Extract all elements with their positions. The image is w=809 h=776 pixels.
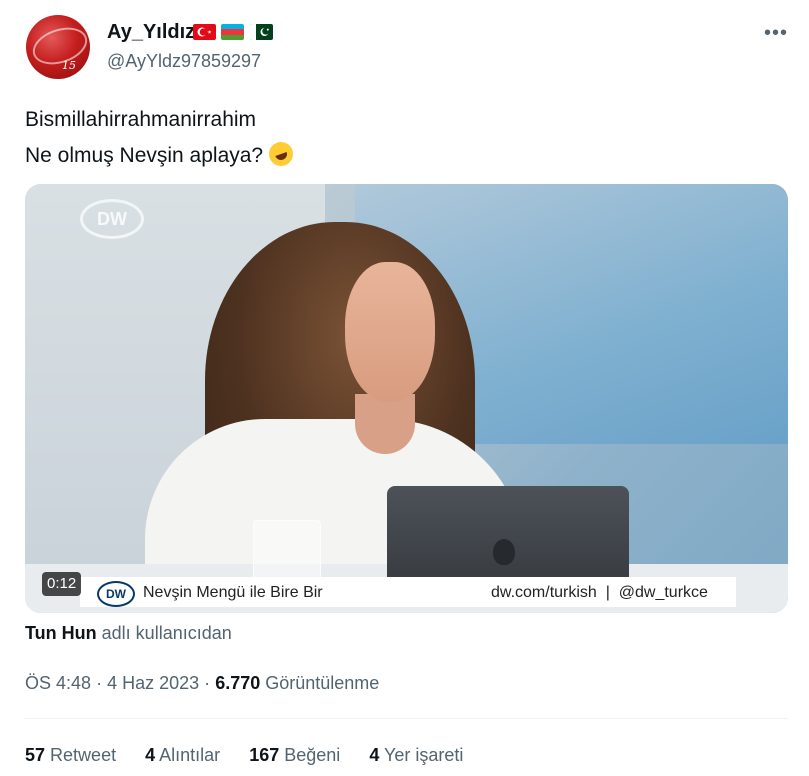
- pakistan-flag-icon: [250, 24, 273, 40]
- water-glass: [253, 520, 321, 582]
- turkey-flag-icon: [193, 24, 216, 40]
- meta-separator: ·: [204, 673, 211, 693]
- tweet-text-line-1: Bismillahirrahmanirrahim: [25, 108, 257, 131]
- tweet-text-line-2: Ne olmuş Nevşin aplaya?: [25, 138, 297, 170]
- quotes-stat[interactable]: 4 Alıntılar: [145, 745, 220, 765]
- azerbaijan-flag-icon: [221, 24, 244, 40]
- video-duration: 0:12: [42, 572, 82, 596]
- source-user-link[interactable]: Tun Hun: [25, 623, 97, 643]
- bookmarks-label: Yer işareti: [384, 745, 464, 765]
- avatar[interactable]: 15: [26, 15, 90, 79]
- dw-watermark-logo: DW: [80, 199, 144, 239]
- source-suffix: adlı kullanıcıdan: [101, 623, 232, 643]
- divider: [25, 718, 788, 719]
- presenter-face: [345, 262, 435, 402]
- apple-logo-icon: [493, 539, 515, 565]
- dw-logo-icon: DW: [97, 581, 135, 607]
- engagement-stats: 57 Retweet 4 Alıntılar 167 Beğeni 4 Yer …: [25, 745, 487, 766]
- quotes-count: 4: [145, 745, 156, 765]
- video-source: Tun Hun adlı kullanıcıdan: [25, 623, 232, 644]
- tweet-text: Ne olmuş Nevşin aplaya?: [25, 144, 264, 167]
- views-label: Görüntülenme: [265, 673, 380, 693]
- avatar-number: 15: [62, 59, 76, 72]
- video-player[interactable]: DW DW Nevşin Mengü ile Bire Bir dw.com/t…: [25, 184, 788, 613]
- likes-stat[interactable]: 167 Beğeni: [249, 745, 340, 765]
- bookmarks-stat[interactable]: 4 Yer işareti: [369, 745, 463, 765]
- rolling-on-floor-laughing-emoji-icon: [265, 138, 297, 170]
- retweets-label: Retweet: [50, 745, 117, 765]
- channel-url: dw.com/turkish | @dw_turkce: [491, 584, 708, 601]
- likes-count: 167: [249, 745, 280, 765]
- author-display-name[interactable]: Ay_Yıldız: [107, 21, 195, 44]
- presenter-neck: [355, 394, 415, 454]
- retweets-count: 57: [25, 745, 46, 765]
- more-options-icon[interactable]: •••: [764, 22, 788, 45]
- tweet-date[interactable]: 4 Haz 2023: [107, 673, 199, 693]
- retweets-stat[interactable]: 57 Retweet: [25, 745, 116, 765]
- show-name: Nevşin Mengü ile Bire Bir: [143, 584, 323, 601]
- avatar-decoration: [28, 21, 90, 71]
- views-count: 6.770: [215, 673, 261, 693]
- tweet-meta: ÖS 4:48 · 4 Haz 2023 · 6.770 Görüntülenm…: [25, 673, 379, 694]
- meta-separator: ·: [96, 673, 103, 693]
- tweet-time[interactable]: ÖS 4:48: [25, 673, 91, 693]
- quotes-label: Alıntılar: [159, 745, 221, 765]
- likes-label: Beğeni: [284, 745, 341, 765]
- bookmarks-count: 4: [369, 745, 380, 765]
- author-handle[interactable]: @AyYldz97859297: [107, 51, 261, 72]
